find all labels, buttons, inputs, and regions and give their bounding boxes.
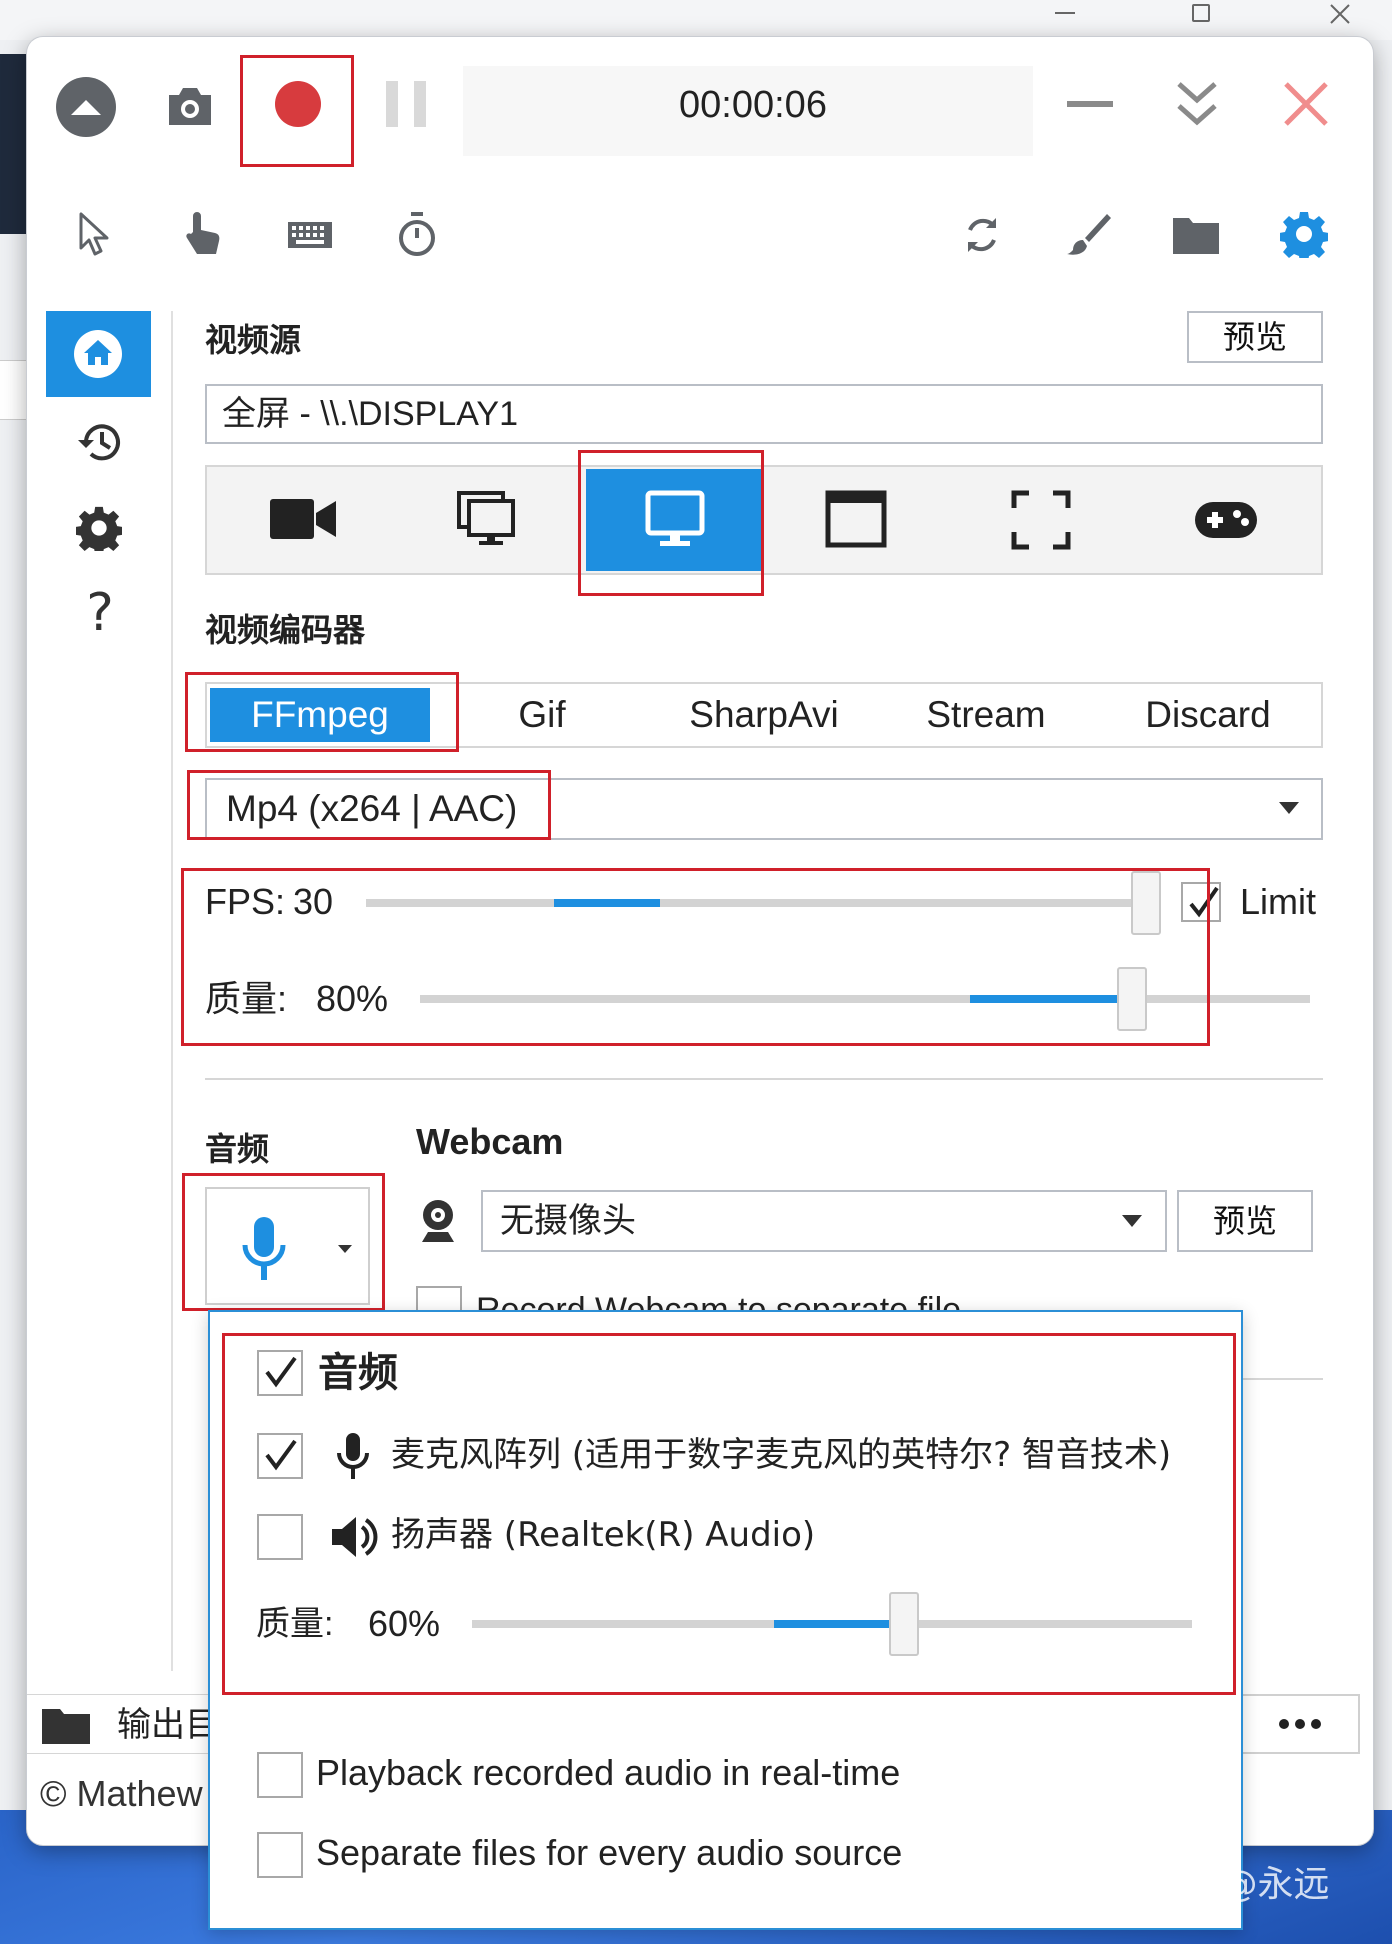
timer-stopwatch-icon[interactable]: [397, 212, 437, 258]
game-source-icon[interactable]: [1195, 500, 1257, 540]
record-button[interactable]: [275, 81, 321, 127]
audio-enable-checkbox[interactable]: [257, 1350, 303, 1396]
pause-icon[interactable]: [384, 81, 428, 127]
nav-settings-icon[interactable]: [76, 505, 122, 551]
nav-divider: [171, 311, 173, 1671]
playback-realtime-checkbox[interactable]: [257, 1752, 303, 1798]
output-folder-icon: [42, 1706, 90, 1744]
minimize-icon[interactable]: [1067, 101, 1113, 107]
tab-discard[interactable]: Discard: [1098, 688, 1318, 742]
microphone-icon: [333, 1433, 373, 1481]
speaker-icon: [330, 1514, 378, 1560]
audio-popup-title: 音频: [318, 1350, 398, 1396]
webcam-select-value: 无摄像头: [500, 1201, 636, 1241]
brush-icon[interactable]: [1067, 212, 1111, 258]
quality-label: 质量:: [205, 978, 288, 1019]
watermark: 知乎 @永远: [1138, 1864, 1330, 1905]
audio-quality-label: 质量:: [256, 1605, 334, 1643]
screenshot-camera-icon[interactable]: [165, 83, 215, 127]
tab-stream[interactable]: Stream: [876, 688, 1096, 742]
tab-ffmpeg[interactable]: FFmpeg: [210, 688, 430, 742]
webcam-separate-file-label: Record Webcam to separate file: [476, 1291, 962, 1310]
settings-gear-icon[interactable]: [1280, 210, 1328, 258]
tab-gif[interactable]: Gif: [432, 688, 652, 742]
fps-limit-checkbox[interactable]: [1181, 882, 1221, 922]
video-source-preview-button[interactable]: 预览: [1187, 311, 1323, 363]
webcam-preview-button[interactable]: 预览: [1177, 1190, 1313, 1252]
fps-slider-fill: [554, 899, 660, 907]
region-source-icon[interactable]: [1011, 490, 1071, 550]
playback-realtime-label: Playback recorded audio in real-time: [316, 1752, 901, 1793]
webcam-chevron-down-icon[interactable]: [1122, 1215, 1142, 1229]
fps-value: 30: [293, 881, 334, 922]
cursor-icon[interactable]: [77, 212, 111, 256]
audio-quality-slider-fill: [774, 1620, 904, 1628]
keyboard-icon[interactable]: [288, 222, 332, 248]
separate-files-label: Separate files for every audio source: [316, 1832, 903, 1873]
source-type-bar: [205, 465, 1323, 575]
webcam-source-icon[interactable]: [270, 495, 336, 543]
background-window-edge: [0, 360, 30, 420]
audio-quality-slider-thumb[interactable]: [889, 1592, 919, 1656]
background-divider: [1243, 1378, 1323, 1380]
video-source-value: 全屏 - \\.\DISPLAY1: [222, 395, 519, 433]
quality-value: 80%: [316, 978, 389, 1019]
webcam-title: Webcam: [416, 1121, 564, 1162]
video-encoder-title: 视频编码器: [205, 611, 366, 649]
multi-screen-source-icon[interactable]: [456, 490, 518, 548]
format-select-value: Mp4 (x264 | AAC): [226, 788, 518, 829]
audio-quality-value: 60%: [368, 1603, 441, 1644]
screen-source-button[interactable]: [586, 469, 762, 571]
speaker-device-label: 扬声器 (Realtek(R) Audio): [391, 1515, 816, 1555]
video-source-title: 视频源: [205, 321, 302, 359]
collapse-icon[interactable]: [55, 76, 117, 138]
section-divider: [205, 1078, 1323, 1080]
output-more-button[interactable]: [1240, 1694, 1360, 1754]
microphone-device-label: 麦克风阵列 (适用于数字麦克风的英特尔? 智音技术): [391, 1435, 1172, 1475]
quality-slider-fill: [970, 995, 1132, 1003]
desktop-minimize-icon[interactable]: [1055, 12, 1075, 14]
mouse-click-icon[interactable]: [183, 210, 223, 258]
audio-title: 音频: [205, 1130, 270, 1168]
audio-source-button[interactable]: [205, 1187, 370, 1305]
nav-help-icon[interactable]: ?: [80, 585, 120, 641]
nav-history-icon[interactable]: [76, 420, 122, 464]
quality-slider-thumb[interactable]: [1117, 967, 1147, 1031]
audio-quality-slider-track[interactable]: [472, 1620, 1192, 1628]
desktop-close-icon[interactable]: [1328, 2, 1352, 26]
fps-slider-thumb[interactable]: [1131, 871, 1161, 935]
fps-slider-track[interactable]: [366, 899, 1146, 907]
double-chevron-down-icon[interactable]: [1175, 80, 1219, 128]
microphone-checkbox[interactable]: [257, 1433, 303, 1479]
window-source-icon[interactable]: [825, 490, 887, 548]
fps-label: FPS:: [205, 881, 286, 922]
chevron-down-icon[interactable]: [1279, 802, 1299, 816]
close-icon[interactable]: [1283, 81, 1329, 127]
fps-limit-label: Limit: [1240, 881, 1317, 922]
elapsed-timer: 00:00:06: [679, 84, 827, 126]
tab-sharpavi[interactable]: SharpAvi: [654, 688, 874, 742]
folder-icon[interactable]: [1173, 214, 1219, 254]
nav-home[interactable]: [46, 311, 151, 397]
webcam-separate-file-row: Record Webcam to separate file: [414, 1284, 1114, 1310]
webcam-icon: [418, 1198, 458, 1244]
output-folder-label: 输出目: [117, 1705, 219, 1745]
copyright-text: © Mathew: [40, 1773, 203, 1814]
separate-files-checkbox[interactable]: [257, 1832, 303, 1878]
desktop-titlebar: [0, 0, 1392, 40]
refresh-icon[interactable]: [962, 212, 1002, 258]
speaker-checkbox[interactable]: [257, 1514, 303, 1560]
desktop-maximize-icon[interactable]: [1192, 4, 1210, 22]
quality-slider-track[interactable]: [420, 995, 1310, 1003]
webcam-separate-file-checkbox[interactable]: [416, 1286, 462, 1310]
desktop-sidebar: [0, 54, 30, 234]
